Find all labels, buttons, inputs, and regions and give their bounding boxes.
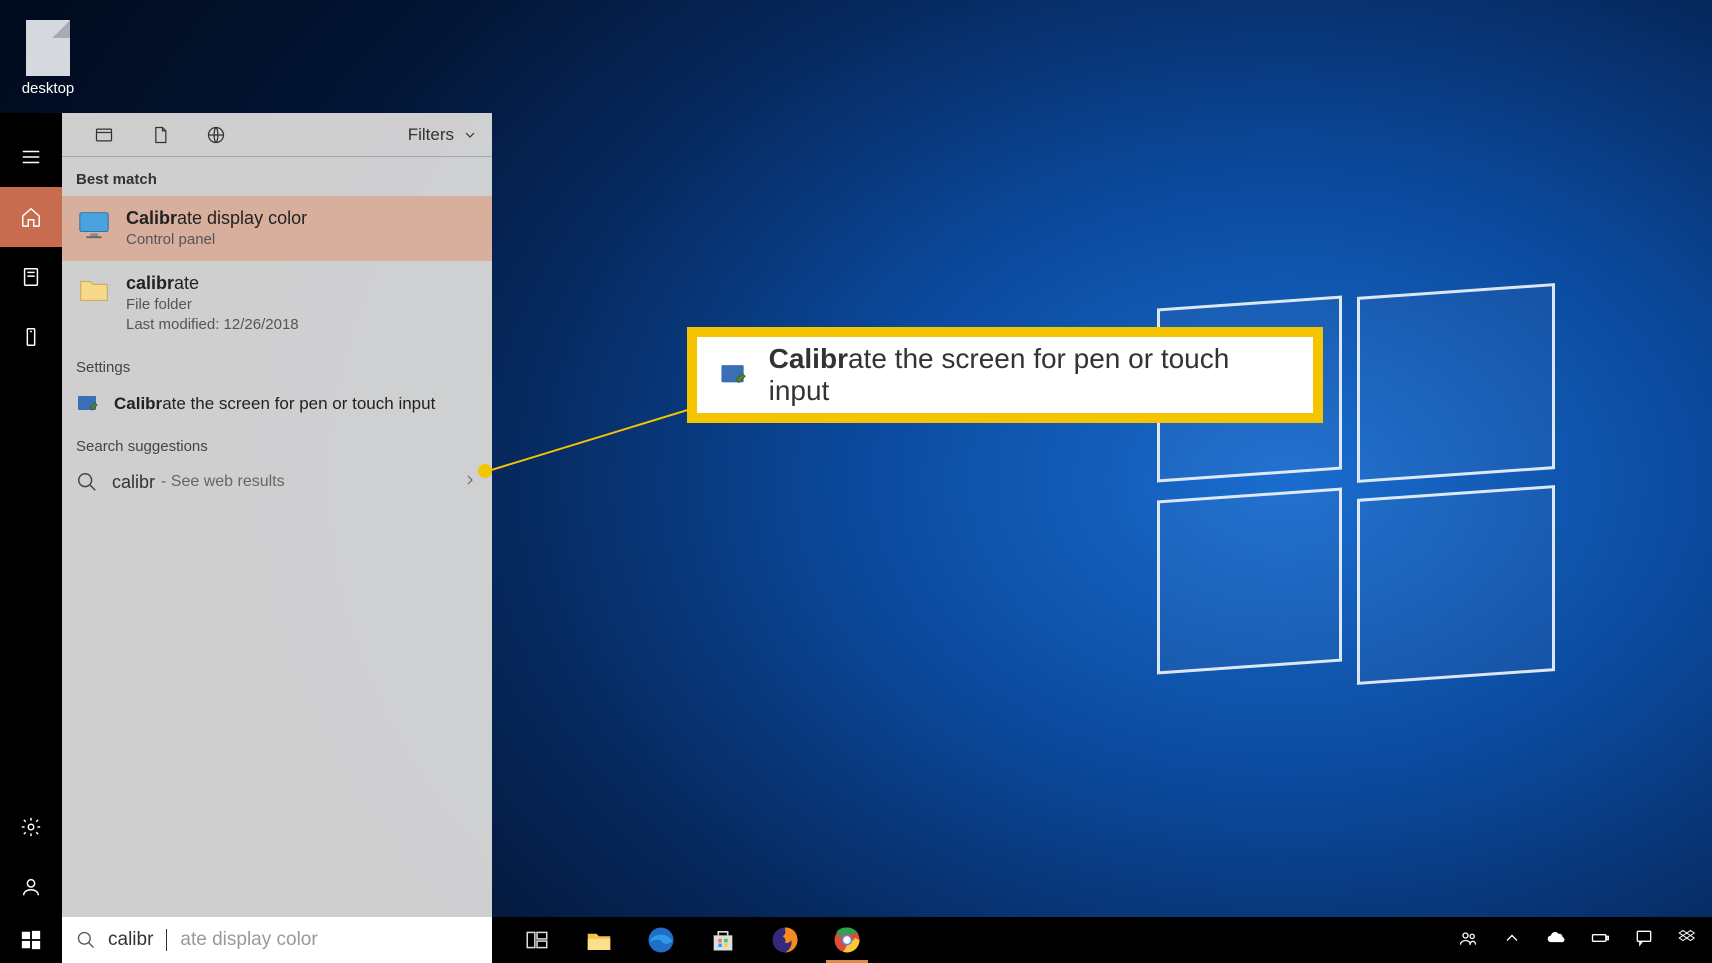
task-view-icon[interactable] <box>520 923 554 957</box>
result-subtitle: File folder <box>126 295 299 315</box>
chrome-icon[interactable] <box>830 923 864 957</box>
search-autocomplete-ghost: ate display color <box>180 929 317 951</box>
search-icon <box>76 930 96 950</box>
taskbar: calibr ate display color <box>0 917 1712 963</box>
tablet-pen-icon <box>719 360 749 390</box>
onedrive-icon[interactable] <box>1546 928 1566 953</box>
result-subtitle2: Last modified: 12/26/2018 <box>126 315 299 335</box>
settings-item-title: Calibrate the screen for pen or touch in… <box>114 394 435 414</box>
settings-header: Settings <box>62 345 492 384</box>
callout-anchor-dot <box>478 464 492 478</box>
best-match-header: Best match <box>62 157 492 196</box>
edge-browser-icon[interactable] <box>644 923 678 957</box>
start-left-rail <box>0 113 62 917</box>
desktop-icon-label: desktop <box>18 80 78 97</box>
start-button[interactable] <box>0 917 62 963</box>
web-suggestion[interactable]: calibr - See web results <box>62 463 492 501</box>
file-icon <box>26 20 70 76</box>
home-icon[interactable] <box>0 187 62 247</box>
result-calibrate-folder[interactable]: calibrate File folder Last modified: 12/… <box>62 261 492 346</box>
result-subtitle: Control panel <box>126 230 307 250</box>
text-caret <box>166 929 167 951</box>
search-scope-toolbar: Filters <box>62 113 492 157</box>
annotation-callout: Calibrate the screen for pen or touch in… <box>687 327 1323 423</box>
result-calibrate-display-color[interactable]: Calibrate display color Control panel <box>62 196 492 261</box>
callout-text: Calibrate the screen for pen or touch in… <box>769 343 1291 407</box>
people-icon[interactable] <box>1458 928 1478 953</box>
monitor-icon <box>76 206 112 242</box>
search-icon <box>76 471 98 493</box>
scope-web-icon[interactable] <box>188 113 244 157</box>
scope-documents-icon[interactable] <box>132 113 188 157</box>
suggestion-typed: calibr <box>112 472 155 493</box>
device-icon[interactable] <box>0 307 62 367</box>
filters-label: Filters <box>408 125 454 145</box>
scope-apps-icon[interactable] <box>76 113 132 157</box>
settings-calibrate-touch[interactable]: Calibrate the screen for pen or touch in… <box>62 384 492 424</box>
dropbox-icon[interactable] <box>1678 928 1698 953</box>
filters-dropdown[interactable]: Filters <box>408 125 478 145</box>
tray-overflow-chevron-icon[interactable] <box>1502 928 1522 953</box>
chevron-right-icon <box>462 472 478 493</box>
result-title: Calibrate display color <box>126 206 307 230</box>
start-search-panel: Filters Best match Calibrate display col… <box>62 113 492 917</box>
taskbar-search-box[interactable]: calibr ate display color <box>62 917 492 963</box>
suggestions-header: Search suggestions <box>62 424 492 463</box>
account-icon[interactable] <box>0 857 62 917</box>
hamburger-icon[interactable] <box>0 127 62 187</box>
search-typed: calibr <box>108 929 153 951</box>
firefox-icon[interactable] <box>768 923 802 957</box>
file-explorer-icon[interactable] <box>582 923 616 957</box>
desktop-ini-icon[interactable]: desktop <box>18 20 78 97</box>
system-tray <box>1458 917 1712 963</box>
recent-icon[interactable] <box>0 247 62 307</box>
result-title: calibrate <box>126 271 299 295</box>
chevron-down-icon <box>462 127 478 143</box>
tablet-pen-icon <box>76 392 100 416</box>
taskbar-pinned-apps <box>492 917 864 963</box>
microsoft-store-icon[interactable] <box>706 923 740 957</box>
action-center-icon[interactable] <box>1634 928 1654 953</box>
suggestion-hint: - See web results <box>161 473 285 491</box>
folder-icon <box>76 271 112 307</box>
battery-icon[interactable] <box>1590 928 1610 953</box>
gear-icon[interactable] <box>0 797 62 857</box>
